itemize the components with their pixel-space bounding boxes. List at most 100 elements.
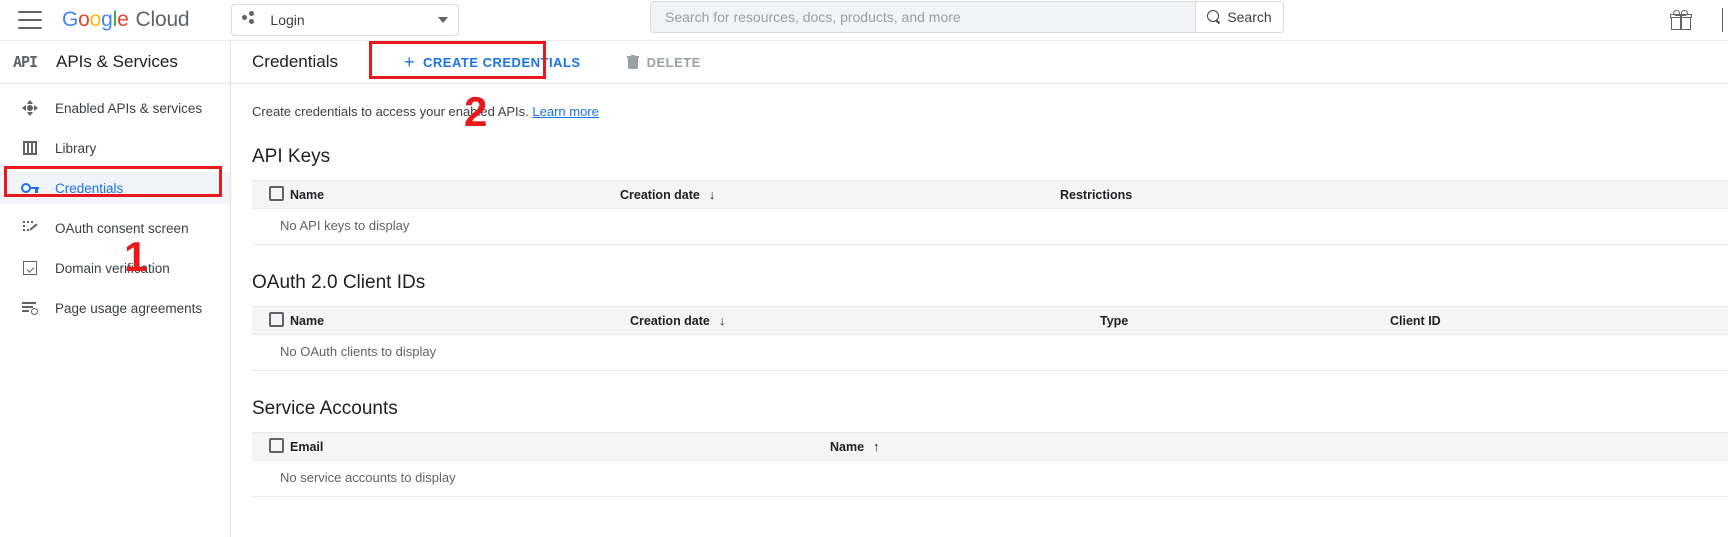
table-header-row: Name Creation date ↓ Restrictions [252,180,1728,209]
column-label: Type [1100,313,1129,328]
column-label: Client ID [1390,313,1441,328]
sort-desc-icon: ↓ [718,313,726,328]
chevron-down-icon [438,17,449,23]
trash-icon [626,55,639,69]
search-icon [1207,10,1221,24]
search-input[interactable] [651,2,1195,32]
select-all-checkbox[interactable] [269,311,284,327]
search-button-label: Search [1227,9,1272,25]
oauth-consent-icon [20,221,40,235]
sidebar-nav: Enabled APIs & services Library Credenti… [0,84,230,324]
sort-desc-icon: ↓ [708,187,716,202]
column-label: Creation date [620,187,700,202]
column-header-restrictions[interactable]: Restrictions [1060,180,1728,209]
page-agreements-icon [20,301,40,315]
table-empty-row: No API keys to display [252,208,1728,245]
column-header-creation-date[interactable]: Creation date ↓ [630,306,1100,335]
delete-label: DELETE [646,54,701,70]
logo-letter-e: e [117,8,129,31]
column-label: Name [290,187,325,202]
library-icon [20,141,40,155]
column-label: Creation date [630,313,710,328]
select-all-header [252,180,290,209]
column-header-name[interactable]: Name [290,180,620,209]
column-header-creation-date[interactable]: Creation date ↓ [620,180,1060,209]
select-all-checkbox[interactable] [269,185,284,201]
logo-letter-o2: o [89,8,102,31]
top-app-bar: Google Cloud Login Search [0,0,1728,40]
sidebar-item-label: Domain verification [55,260,170,276]
main-content: Credentials + CREATE CREDENTIALS DELETE … [231,40,1728,537]
column-header-client-id[interactable]: Client ID [1390,306,1728,335]
column-header-email[interactable]: Email [290,432,830,461]
sidebar-item-domain-verification[interactable]: Domain verification [0,252,230,284]
hamburger-menu-icon[interactable] [18,11,42,29]
learn-more-link[interactable]: Learn more [532,104,598,119]
select-all-header [252,432,290,461]
sidebar-item-label: Credentials [55,180,124,196]
overflow-edge-icon[interactable] [1722,8,1728,32]
select-all-checkbox[interactable] [269,437,284,453]
sidebar-item-page-usage-agreements[interactable]: Page usage agreements [0,292,230,324]
table-header-row: Name Creation date ↓ Type Client ID [252,306,1728,335]
search-button[interactable]: Search [1195,2,1283,32]
global-search[interactable]: Search [650,1,1284,33]
description-text: Create credentials to access your enable… [252,104,529,119]
sidebar-item-credentials[interactable]: Credentials [0,172,230,204]
select-all-header [252,306,290,335]
sort-asc-icon: ↑ [873,439,880,454]
sidebar-item-label: Library [55,140,97,156]
section-title: OAuth 2.0 Client IDs [252,272,426,293]
column-header-name[interactable]: Name [290,306,630,335]
project-picker[interactable]: Login [231,4,460,36]
sidebar-item-label: Enabled APIs & services [55,100,203,116]
logo-letter-g: G [62,8,79,31]
page-title: Credentials [252,52,338,71]
logo-letter-g2: g [101,8,113,31]
delete-button[interactable]: DELETE [619,49,709,76]
create-credentials-button[interactable]: + CREATE CREDENTIALS [396,47,589,77]
column-header-type[interactable]: Type [1100,306,1390,335]
table-empty-row: No OAuth clients to display [252,334,1728,371]
sidebar-header: API APIs & Services [0,41,230,84]
logo-letter-o1: o [78,8,90,31]
logo-word-cloud: Cloud [135,8,190,31]
table-empty-row: No service accounts to display [252,460,1728,497]
project-picker-label: Login [270,12,305,28]
google-cloud-logo[interactable]: Google Cloud [62,8,190,32]
plus-icon: + [404,52,416,72]
api-logo-icon: API [13,53,38,71]
page-description: Create credentials to access your enable… [252,104,1728,119]
sidebar-item-enabled-apis[interactable]: Enabled APIs & services [0,92,230,124]
section-service-accounts: Service Accounts Email Name ↑ No service… [252,398,1728,497]
sidebar-title: APIs & Services [56,52,178,71]
oauth-clients-table: Name Creation date ↓ Type Client ID No OA… [252,306,1728,371]
section-oauth-client-ids: OAuth 2.0 Client IDs Name Creation date ↓… [252,272,1728,371]
column-header-name[interactable]: Name ↑ [830,432,1728,461]
top-bar-right-actions [1670,0,1728,40]
gift-icon[interactable] [1670,10,1692,30]
column-label: Name [290,313,325,328]
sidebar-item-oauth-consent-screen[interactable]: OAuth consent screen [0,212,230,244]
key-icon [20,182,40,194]
section-title: API Keys [252,146,331,167]
sidebar-item-label: Page usage agreements [55,300,203,316]
api-keys-table: Name Creation date ↓ Restrictions No API … [252,180,1728,245]
section-title: Service Accounts [252,398,398,419]
sidebar-item-library[interactable]: Library [0,132,230,164]
empty-message: No OAuth clients to display [252,334,1728,371]
service-accounts-table: Email Name ↑ No service accounts to displ… [252,432,1728,497]
column-label: Name [830,439,865,454]
column-label: Restrictions [1060,187,1133,202]
create-credentials-label: CREATE CREDENTIALS [423,54,581,70]
column-label: Email [290,439,324,454]
sidebar-item-label: OAuth consent screen [55,220,189,236]
apis-compass-icon [20,100,40,116]
empty-message: No API keys to display [252,208,1728,245]
section-api-keys: API Keys Name Creation date ↓ Restriction… [252,146,1728,245]
checkbox-verified-icon [20,261,40,275]
sidebar: API APIs & Services Enabled APIs & servi… [0,40,231,537]
table-header-row: Email Name ↑ [252,432,1728,461]
project-dots-icon [242,11,260,29]
empty-message: No service accounts to display [252,460,1728,497]
